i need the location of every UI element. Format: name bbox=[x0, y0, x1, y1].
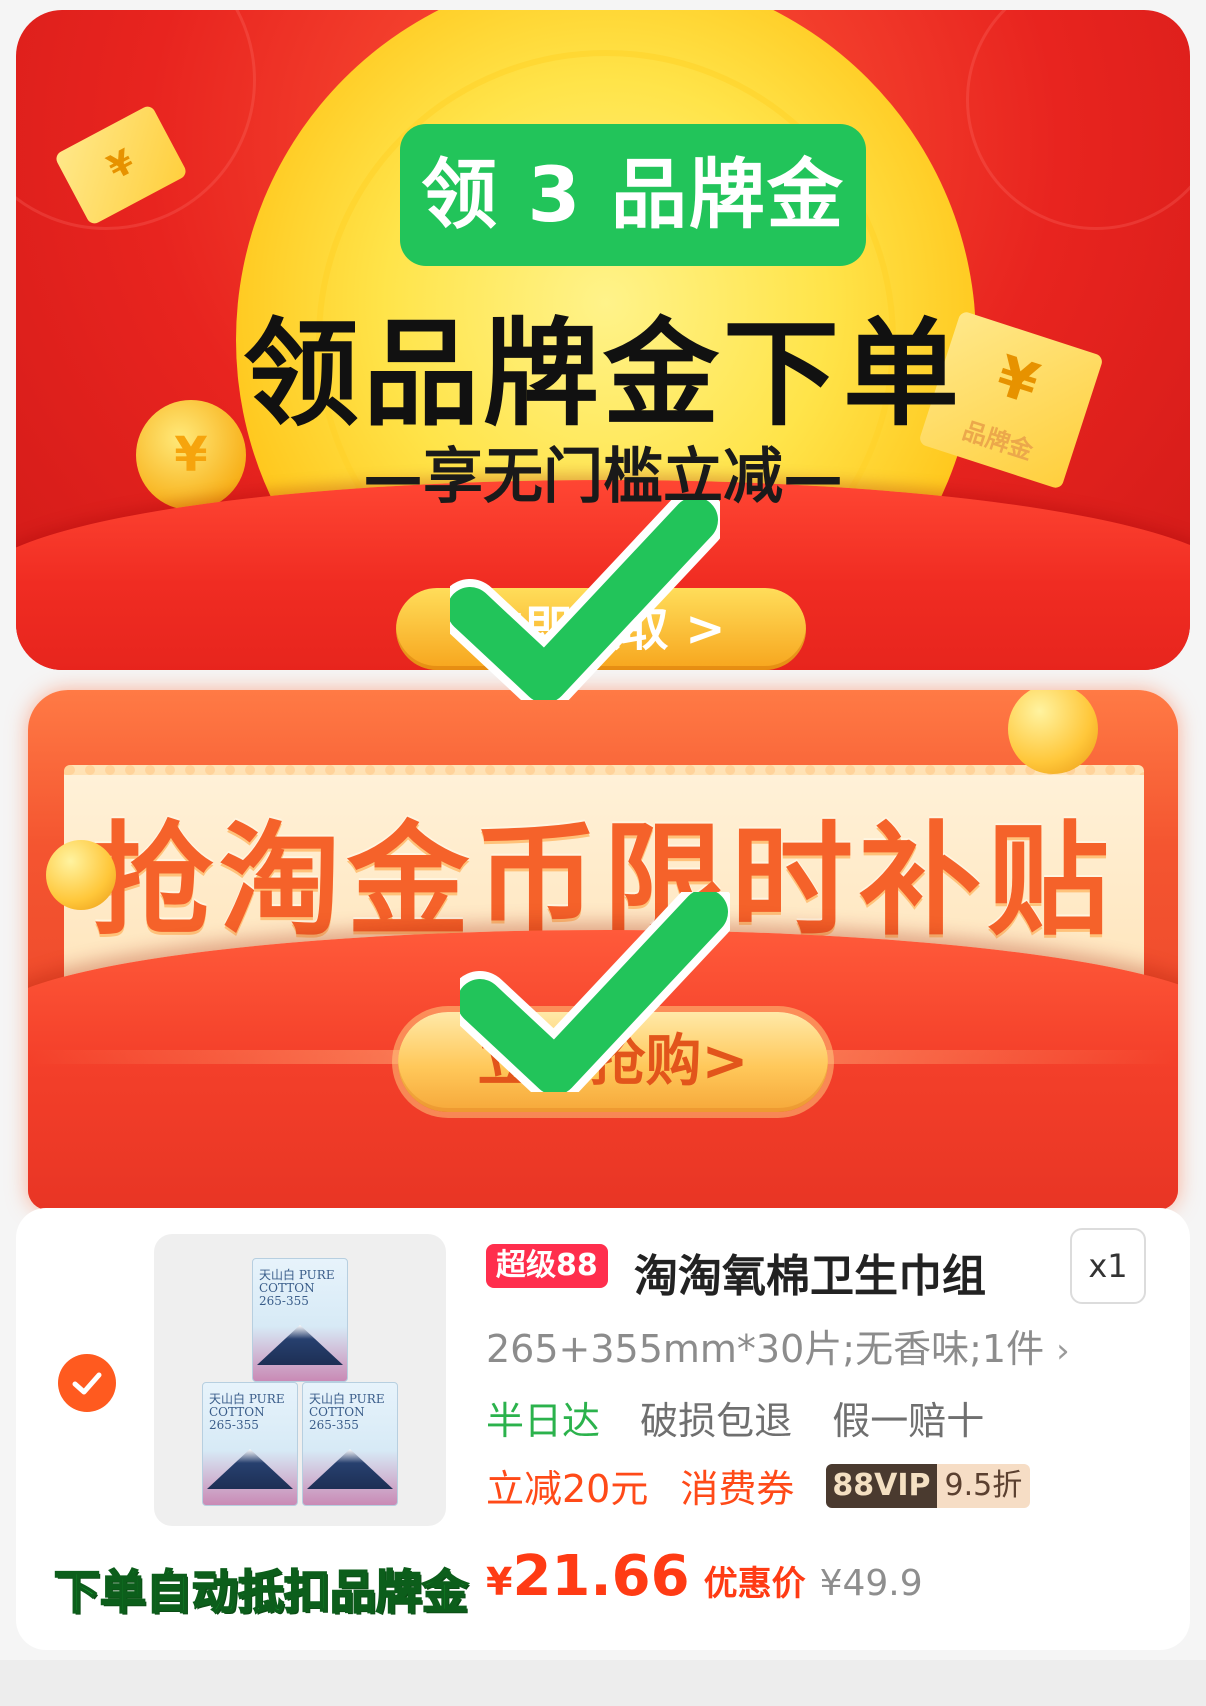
mountain-graphic bbox=[207, 1449, 293, 1489]
product-title[interactable]: 淘淘氧棉卫生巾组 bbox=[634, 1240, 986, 1304]
auto-deduct-note: 下单自动抵扣品牌金 bbox=[53, 1564, 469, 1620]
mountain-graphic bbox=[307, 1449, 393, 1489]
original-price: ¥49.9 bbox=[819, 1563, 923, 1604]
check-mark-icon bbox=[460, 892, 730, 1092]
mountain-graphic bbox=[257, 1325, 343, 1365]
coin-icon bbox=[46, 840, 116, 910]
brand-gold-tag: 领 3 品牌金 bbox=[400, 124, 866, 266]
spec-text: 265+355mm*30片;无香味;1件 bbox=[486, 1327, 1045, 1371]
product-thumbnail[interactable]: 天山白 PURE COTTON 265-355 天山白 PURE COTTON … bbox=[154, 1234, 446, 1526]
price-row: ¥ 21.66 优惠价 ¥49.9 bbox=[486, 1544, 923, 1609]
vip-discount: 9.5折 bbox=[936, 1463, 1031, 1508]
service-tag: 破损包退 bbox=[640, 1399, 793, 1443]
service-tag: 半日达 bbox=[486, 1399, 601, 1443]
service-tags: 半日达 破损包退 假一赔十 bbox=[486, 1390, 1012, 1445]
box-brand-print: 天山白 PURE COTTON 265-355 bbox=[259, 1268, 335, 1308]
price-label: 优惠价 bbox=[703, 1564, 806, 1604]
product-box-image: 天山白 PURE COTTON 265-355 bbox=[252, 1258, 348, 1382]
box-brand-print: 天山白 PURE COTTON 265-355 bbox=[309, 1392, 385, 1432]
chevron-right-icon: › bbox=[1056, 1331, 1070, 1371]
currency-symbol: ¥ bbox=[486, 1560, 513, 1604]
item-select-checkbox[interactable] bbox=[58, 1354, 116, 1412]
discount-tag: 立减20元 bbox=[486, 1467, 649, 1511]
coupon-tag: 消费券 bbox=[680, 1467, 795, 1511]
page: ¥ ¥ 品牌金 ¥ 领 3 品牌金 领品牌金下单 —享无门槛立减— 立即领取 >… bbox=[0, 0, 1206, 1706]
service-tag: 假一赔十 bbox=[832, 1399, 985, 1443]
quantity-selector[interactable]: x1 bbox=[1070, 1228, 1146, 1304]
super88-badge: 超级88 bbox=[486, 1244, 608, 1288]
banner-title: 领品牌金下单 bbox=[243, 307, 963, 442]
current-price: 21.66 bbox=[512, 1544, 690, 1609]
vip-discount-badge: 88VIP 9.5折 bbox=[826, 1463, 1031, 1508]
cart-item: 天山白 PURE COTTON 265-355 天山白 PURE COTTON … bbox=[16, 1208, 1190, 1650]
product-box-image: 天山白 PURE COTTON 265-355 bbox=[202, 1382, 298, 1506]
spec-selector[interactable]: 265+355mm*30片;无香味;1件 › bbox=[486, 1318, 1070, 1373]
promotion-row: 立减20元 消费券 88VIP 9.5折 bbox=[486, 1458, 1031, 1513]
vip-label: 88VIP bbox=[826, 1463, 937, 1508]
check-mark-icon bbox=[450, 500, 720, 700]
coin-icon bbox=[1008, 690, 1098, 774]
next-item-edge bbox=[0, 1660, 1206, 1706]
product-box-image: 天山白 PURE COTTON 265-355 bbox=[302, 1382, 398, 1506]
box-brand-print: 天山白 PURE COTTON 265-355 bbox=[209, 1392, 285, 1432]
decor-swirl bbox=[966, 10, 1190, 230]
check-icon bbox=[72, 1372, 102, 1395]
